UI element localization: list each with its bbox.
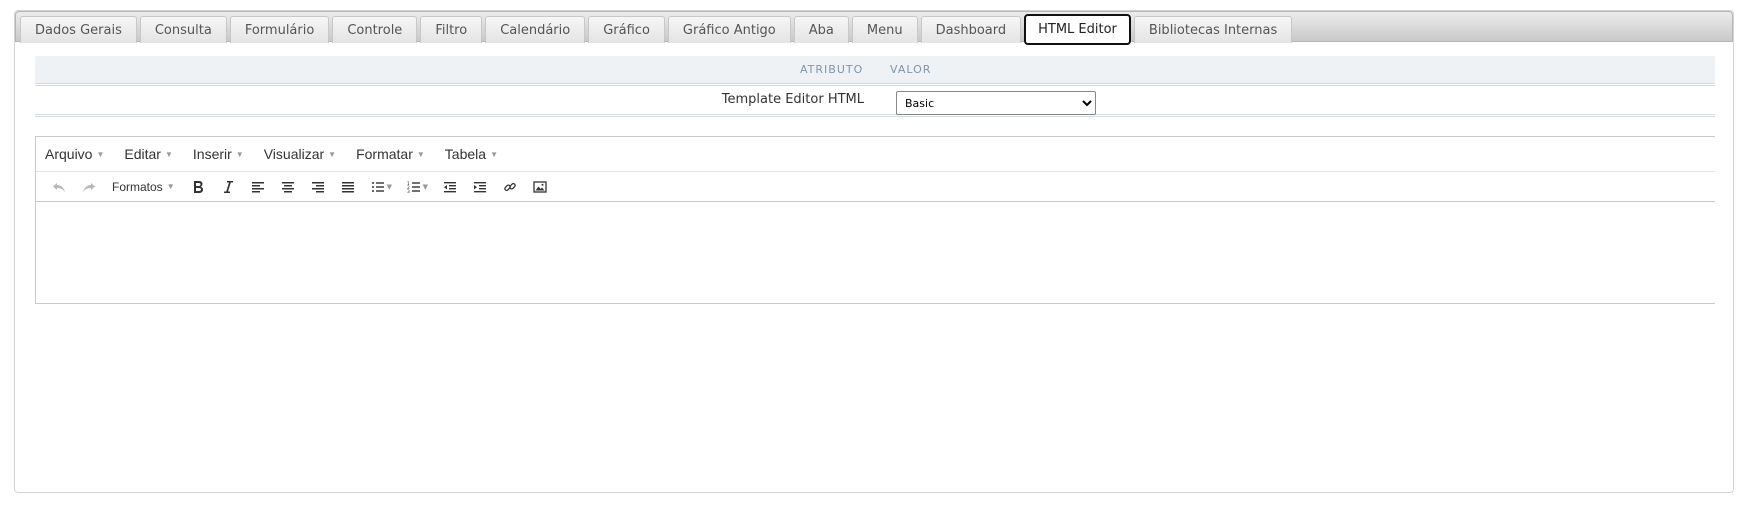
header-value: VALOR	[890, 63, 932, 76]
menu-tabela[interactable]: Tabela ▼	[445, 146, 498, 162]
tab-grafico-antigo[interactable]: Gráfico Antigo	[667, 16, 791, 43]
tab-aba[interactable]: Aba	[793, 16, 849, 43]
tab-grafico[interactable]: Gráfico	[588, 16, 665, 43]
tab-formulario[interactable]: Formulário	[229, 16, 330, 43]
image-icon[interactable]	[525, 175, 555, 199]
chevron-down-icon[interactable]: ▼	[387, 183, 399, 191]
chevron-down-icon: ▼	[166, 182, 175, 191]
outdent-icon[interactable]	[435, 175, 465, 199]
menu-arquivo[interactable]: Arquivo ▼	[45, 146, 104, 162]
tab-filtro[interactable]: Filtro	[420, 16, 483, 43]
bold-icon[interactable]	[183, 175, 213, 199]
editor-menubar: Arquivo ▼ Editar ▼ Inserir ▼ Visualizar ▼ Fo…	[36, 137, 1715, 172]
menu-editar[interactable]: Editar ▼	[124, 146, 173, 162]
menu-visualizar[interactable]: Visualizar ▼	[264, 146, 336, 162]
tab-html-editor[interactable]: HTML Editor	[1024, 14, 1131, 45]
link-icon[interactable]	[495, 175, 525, 199]
chevron-down-icon: ▼	[235, 149, 244, 159]
italic-icon[interactable]	[213, 175, 243, 199]
html-editor: Arquivo ▼ Editar ▼ Inserir ▼ Visualizar ▼ Fo…	[35, 136, 1715, 304]
tab-dashboard[interactable]: Dashboard	[920, 16, 1022, 43]
chevron-down-icon: ▼	[416, 149, 425, 159]
formats-label: Formatos	[112, 179, 163, 194]
align-right-icon[interactable]	[303, 175, 333, 199]
template-editor-select[interactable]: Basic	[896, 91, 1096, 115]
chevron-down-icon: ▼	[328, 149, 337, 159]
menu-inserir[interactable]: Inserir ▼	[193, 146, 244, 162]
formats-dropdown[interactable]: Formatos ▼	[104, 175, 183, 199]
tab-bar: Dados Gerais Consulta Formulário Control…	[15, 11, 1733, 45]
menu-formatar[interactable]: Formatar ▼	[356, 146, 425, 162]
editor-toolbar: Formatos ▼ ▼ 1 2 3 ▼	[36, 172, 1715, 202]
attribute-row: Template Editor HTML Basic	[35, 85, 1715, 117]
svg-text:3: 3	[407, 189, 410, 194]
chevron-down-icon[interactable]: ▼	[423, 183, 435, 191]
menu-tabela-label: Tabela	[444, 146, 487, 162]
attribute-table-header: ATRIBUTO VALOR	[35, 56, 1715, 84]
tab-calendario[interactable]: Calendário	[485, 16, 586, 43]
align-left-icon[interactable]	[243, 175, 273, 199]
main-panel: Dados Gerais Consulta Formulário Control…	[14, 10, 1734, 493]
indent-icon[interactable]	[465, 175, 495, 199]
chevron-down-icon: ▼	[490, 149, 498, 159]
tab-controle[interactable]: Controle	[332, 16, 418, 43]
menu-visualizar-label: Visualizar	[263, 146, 325, 162]
tab-bibliotecas-internas[interactable]: Bibliotecas Internas	[1133, 16, 1293, 43]
undo-icon[interactable]	[44, 175, 74, 199]
tab-menu[interactable]: Menu	[851, 16, 918, 43]
menu-inserir-label: Inserir	[192, 146, 232, 162]
menu-arquivo-label: Arquivo	[45, 146, 93, 162]
header-attribute: ATRIBUTO	[800, 63, 864, 76]
chevron-down-icon: ▼	[96, 149, 105, 159]
menu-formatar-label: Formatar	[356, 146, 413, 162]
template-editor-label: Template Editor HTML	[721, 92, 864, 107]
chevron-down-icon: ▼	[164, 149, 173, 159]
tab-consulta[interactable]: Consulta	[139, 16, 227, 43]
menu-editar-label: Editar	[124, 146, 161, 162]
tab-dados-gerais[interactable]: Dados Gerais	[20, 16, 137, 43]
align-center-icon[interactable]	[273, 175, 303, 199]
align-justify-icon[interactable]	[333, 175, 363, 199]
redo-icon[interactable]	[74, 175, 104, 199]
editor-content-area[interactable]	[36, 202, 1715, 302]
